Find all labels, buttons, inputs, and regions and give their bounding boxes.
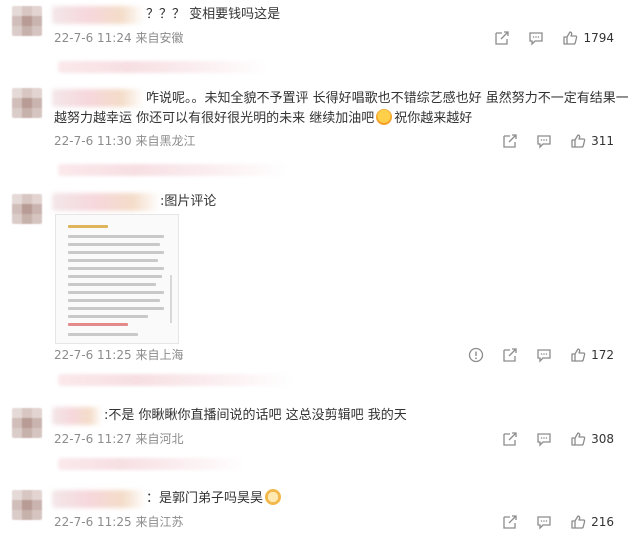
comment-location: 来自上海 (135, 348, 184, 362)
comment-text: ：是郭门弟子吗昊昊 (146, 489, 282, 508)
comment-location: 来自安徽 (135, 31, 184, 45)
comment-actions: 216 (484, 513, 614, 531)
share-icon[interactable] (502, 133, 518, 149)
comment-icon[interactable] (536, 133, 552, 149)
comment-time: 22-7-6 11:25 (54, 348, 132, 362)
reply-preview-blurred[interactable] (58, 458, 244, 470)
comment-actions: 308 (484, 430, 614, 448)
comment-meta: 22-7-6 11:27 来自河北 (54, 430, 183, 447)
cat-emoji-icon (265, 489, 282, 505)
comment-image-thumbnail[interactable] (55, 214, 179, 344)
comment-text: ？？？ 变相要钱吗这是 (146, 7, 281, 22)
comment-actions: 172 (450, 346, 614, 364)
like-count: 216 (591, 515, 614, 529)
comment-meta: 22-7-6 11:24 来自安徽 (54, 29, 183, 46)
hand-emoji-icon (376, 109, 393, 125)
like-count: 311 (591, 134, 614, 148)
comment-time: 22-7-6 11:25 (54, 515, 132, 529)
like-icon[interactable] (570, 514, 586, 530)
comment-meta: 22-7-6 11:30 来自黑龙江 (54, 132, 195, 149)
comment-text-line2: 越努力越幸运 你还可以有很好很光明的未来 继续加油吧 祝你越来越好 (54, 109, 472, 128)
comment-text-line1: 咋说呢。。未知全貌不予置评 长得好唱歌也不错综艺感也好 虽然努力不一定有结果一定 (146, 91, 628, 106)
share-icon[interactable] (502, 431, 518, 447)
username-blurred[interactable] (52, 6, 144, 24)
reply-preview-blurred[interactable] (58, 164, 288, 176)
comment-icon[interactable] (536, 347, 552, 363)
username-blurred[interactable] (52, 490, 146, 508)
comment-location: 来自黑龙江 (135, 134, 196, 148)
like-count: 1794 (583, 31, 614, 45)
comment-meta: 22-7-6 11:25 来自上海 (54, 346, 183, 363)
avatar[interactable] (12, 6, 42, 36)
like-icon[interactable] (570, 133, 586, 149)
comment-actions: 1794 (476, 29, 614, 47)
share-icon[interactable] (502, 514, 518, 530)
like-icon[interactable] (570, 431, 586, 447)
like-icon[interactable] (570, 347, 586, 363)
like-count: 172 (591, 348, 614, 362)
username-blurred[interactable] (52, 193, 160, 211)
comment-icon[interactable] (536, 431, 552, 447)
comment-text: :不是 你瞅瞅你直播间说的话吧 这总没剪辑吧 我的天 (104, 408, 407, 423)
share-icon[interactable] (494, 30, 510, 46)
avatar[interactable] (12, 490, 42, 520)
comment-text: :图片评论 (160, 194, 217, 209)
username-blurred[interactable] (52, 89, 144, 107)
comment-icon[interactable] (536, 514, 552, 530)
comment-time: 22-7-6 11:24 (54, 31, 132, 45)
avatar[interactable] (12, 408, 42, 438)
share-icon[interactable] (502, 347, 518, 363)
comment-meta: 22-7-6 11:25 来自江苏 (54, 513, 183, 530)
username-blurred[interactable] (52, 407, 102, 425)
comment-text-part: ：是郭门弟子吗昊昊 (146, 491, 264, 506)
comment-location: 来自江苏 (135, 515, 184, 529)
like-count: 308 (591, 432, 614, 446)
comment-location: 来自河北 (135, 432, 184, 446)
reply-preview-blurred[interactable] (58, 61, 268, 73)
reply-preview-blurred[interactable] (58, 374, 293, 386)
avatar[interactable] (12, 194, 42, 224)
avatar[interactable] (12, 88, 42, 118)
comment-time: 22-7-6 11:30 (54, 134, 132, 148)
comment-actions: 311 (484, 132, 614, 150)
like-icon[interactable] (562, 30, 578, 46)
comment-text-part: 祝你越来越好 (394, 111, 473, 126)
comment-icon[interactable] (528, 30, 544, 46)
comment-time: 22-7-6 11:27 (54, 432, 132, 446)
report-icon[interactable] (468, 347, 484, 363)
comment-text-part: 越努力越幸运 你还可以有很好很光明的未来 继续加油吧 (54, 111, 375, 126)
